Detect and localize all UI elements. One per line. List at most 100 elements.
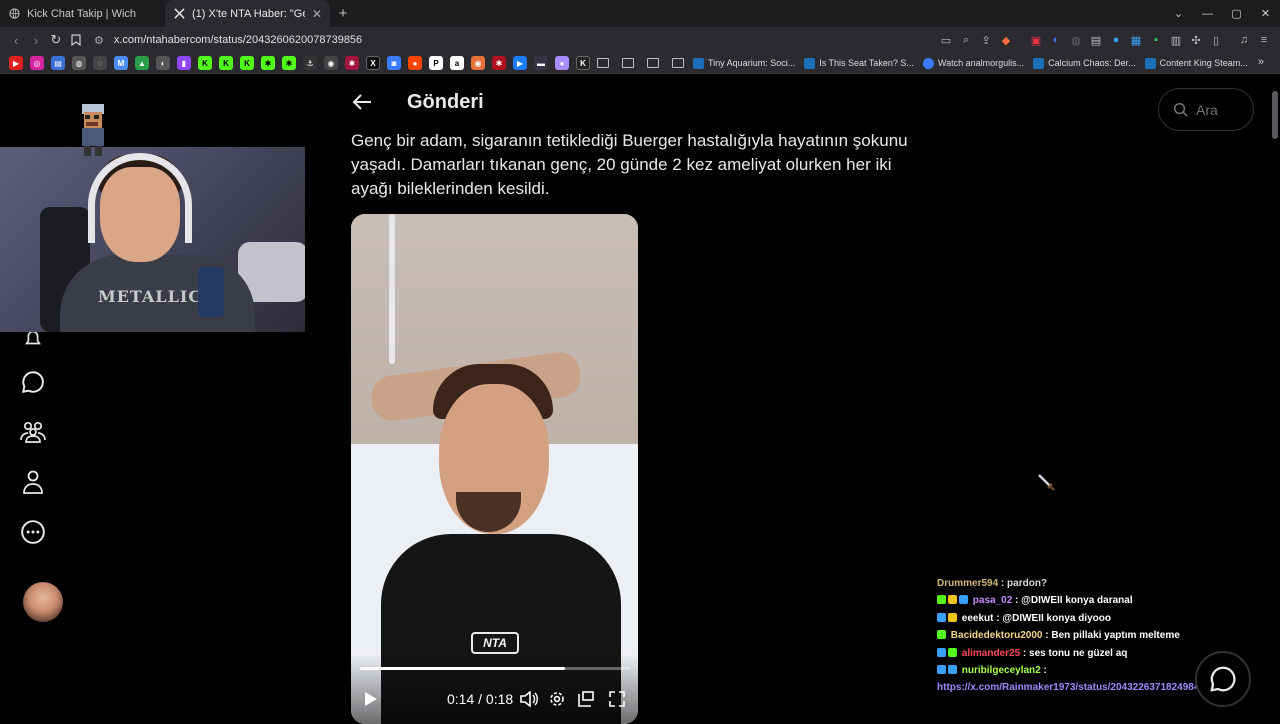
youtube-bookmark-icon[interactable]: ▶ <box>9 56 23 70</box>
chat-message: pasa_02 : @DIWEII konya daranal <box>937 592 1257 609</box>
nta-watermark-logo: NTA <box>471 632 519 654</box>
bookmark-seat-taken[interactable]: Is This Seat Taken? S... <box>804 57 914 69</box>
video-time: 0:14 / 0:18 <box>447 691 513 707</box>
back-icon[interactable]: ‹ <box>6 30 26 50</box>
post-header: Gönderi <box>351 87 484 117</box>
bookmark-icon[interactable]: ▤ <box>51 56 65 70</box>
zoom-icon[interactable]: ⌕ <box>956 30 976 50</box>
share-icon[interactable]: ⇪ <box>976 30 996 50</box>
extension-icon[interactable]: ● <box>1106 30 1126 50</box>
video-site-icon <box>922 57 934 69</box>
brave-shield-icon[interactable]: ◆ <box>996 30 1016 50</box>
chat-text: @DIWEII konya daranal <box>1021 595 1133 607</box>
close-tab-icon[interactable]: ✕ <box>312 7 322 21</box>
bookmark-watch[interactable]: Watch analmorgulis... <box>922 57 1024 69</box>
extension-icon[interactable]: ◍ <box>1066 30 1086 50</box>
steam-icon <box>804 57 816 69</box>
kick-bookmark-icon[interactable]: K <box>198 56 212 70</box>
minimize-button[interactable]: — <box>1193 0 1222 27</box>
gmail-bookmark-icon[interactable]: M <box>114 56 128 70</box>
x-logo-icon <box>173 8 185 20</box>
tab-strip: Kick Chat Takip | Wich (1) X'te NTA Habe… <box>0 0 1280 27</box>
folder-icon[interactable] <box>647 58 659 68</box>
sub-badge-icon <box>948 612 957 622</box>
video-progress-bar[interactable] <box>360 667 630 670</box>
extension-icon[interactable]: ▥ <box>1166 30 1186 50</box>
reddit-bookmark-icon[interactable]: ● <box>408 56 422 70</box>
grok-chat-button[interactable] <box>1195 651 1251 707</box>
discord-bookmark-icon[interactable]: ◙ <box>387 56 401 70</box>
extension-icon[interactable]: ▪ <box>1146 30 1166 50</box>
kick-bookmark-icon[interactable]: ✱ <box>282 56 296 70</box>
picture-in-picture-icon[interactable] <box>575 688 597 710</box>
bookmark-tiny-aquarium[interactable]: Tiny Aquarium: Soci... <box>693 57 796 69</box>
steam-icon <box>693 57 704 69</box>
video-player[interactable]: NTA 0:14 / 0:18 <box>351 214 638 724</box>
kick-bookmark-icon[interactable]: ✱ <box>261 56 275 70</box>
bookmark-label: Tiny Aquarium: Soci... <box>708 58 796 68</box>
kick-bookmark-icon[interactable]: K <box>240 56 254 70</box>
page-scrollbar[interactable] <box>1272 91 1278 139</box>
bookmark-icon[interactable] <box>66 30 86 50</box>
folder-icon[interactable] <box>672 58 684 68</box>
search-input[interactable]: Ara <box>1158 88 1254 131</box>
bookmark-icon[interactable]: ◉ <box>471 56 485 70</box>
twitch-bookmark-icon[interactable]: ▮ <box>177 56 191 70</box>
amazon-bookmark-icon[interactable]: a <box>450 56 464 70</box>
kick-bookmark-icon[interactable]: K <box>219 56 233 70</box>
extension-icon[interactable]: ▣ <box>1026 30 1046 50</box>
bookmark-icon[interactable]: ✱ <box>345 56 359 70</box>
bookmark-icon[interactable]: ◍ <box>72 56 86 70</box>
profile-nav-icon[interactable] <box>18 467 48 497</box>
x-bookmark-icon[interactable]: X <box>366 56 380 70</box>
volume-icon[interactable] <box>518 688 540 710</box>
grok-chat-nav-icon[interactable] <box>18 367 48 397</box>
bookmark-icon[interactable]: ▶ <box>513 56 527 70</box>
new-tab-button[interactable]: + <box>330 5 356 22</box>
badge-icon <box>937 612 946 622</box>
extension-icon[interactable]: ◐ <box>1046 30 1066 50</box>
bookmark-icon[interactable]: P <box>429 56 443 70</box>
bookmark-icon[interactable]: ◉ <box>324 56 338 70</box>
bookmark-icon[interactable]: ◐ <box>156 56 170 70</box>
bookmark-icon[interactable]: ◌ <box>93 56 107 70</box>
address-bar[interactable]: ⚙ x.com/ntahabercom/status/2043260620078… <box>86 28 1036 52</box>
bookmark-icon[interactable]: ● <box>555 56 569 70</box>
play-icon[interactable] <box>360 688 382 710</box>
forward-icon[interactable]: › <box>26 30 46 50</box>
fullscreen-icon[interactable] <box>606 688 628 710</box>
bookmark-content-king[interactable]: Content King Steam... <box>1144 57 1248 69</box>
bookmark-icon[interactable]: K <box>576 56 590 70</box>
instagram-bookmark-icon[interactable]: ◎ <box>30 56 44 70</box>
bookmark-icon[interactable]: ▬ <box>534 56 548 70</box>
bookmark-calcium-chaos[interactable]: Calcium Chaos: Der... <box>1033 57 1136 69</box>
streamer-webcam-overlay: METALLICA <box>0 147 305 332</box>
extension-icon[interactable]: ▦ <box>1126 30 1146 50</box>
cast-icon[interactable]: ▭ <box>936 30 956 50</box>
folder-icon[interactable] <box>597 58 609 68</box>
chat-username: nuribilgeceylan2 <box>961 665 1041 677</box>
account-avatar[interactable] <box>23 582 63 622</box>
extension-icon[interactable]: ▤ <box>1086 30 1106 50</box>
bookmark-icon[interactable]: ✱ <box>492 56 506 70</box>
anchor-bookmark-icon[interactable]: ⚓ <box>303 56 317 70</box>
more-nav-icon[interactable] <box>18 517 48 547</box>
back-arrow-icon[interactable] <box>351 91 373 113</box>
drive-bookmark-icon[interactable]: ▲ <box>135 56 149 70</box>
folder-icon[interactable] <box>622 58 634 68</box>
site-settings-icon[interactable]: ⚙ <box>94 34 104 47</box>
settings-gear-icon[interactable] <box>546 688 568 710</box>
close-window-button[interactable]: ✕ <box>1251 0 1280 27</box>
maximize-button[interactable]: ▢ <box>1222 0 1251 27</box>
tab-list-icon[interactable]: ⌄ <box>1164 0 1193 27</box>
extensions-puzzle-icon[interactable]: ✣ <box>1186 30 1206 50</box>
media-icon[interactable]: ♫ <box>1234 30 1254 50</box>
x-page: METALLICA Gönderi Ara Genç bir adam, sig… <box>0 75 1280 724</box>
more-bookmarks-icon[interactable]: » <box>1258 56 1264 68</box>
reload-icon[interactable]: ↻ <box>46 30 66 50</box>
tab-x-post[interactable]: (1) X'te NTA Haber: "Genç bir adam ✕ <box>165 0 330 27</box>
communities-nav-icon[interactable] <box>18 417 48 447</box>
sidebar-icon[interactable]: ▯ <box>1206 30 1226 50</box>
tab-kick-chat[interactable]: Kick Chat Takip | Wich <box>0 0 165 27</box>
menu-icon[interactable]: ≡ <box>1254 30 1274 50</box>
